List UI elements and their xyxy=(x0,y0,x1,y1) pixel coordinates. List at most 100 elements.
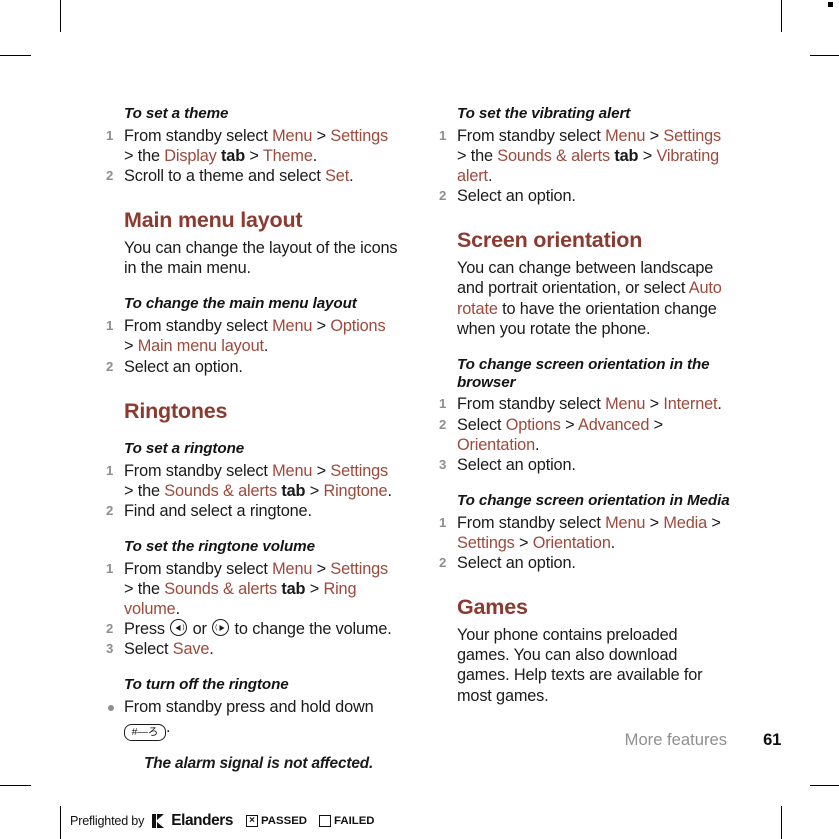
press-suffix: to change the volume. xyxy=(230,620,392,639)
footer-section-name: More features xyxy=(624,730,727,749)
list-item: 1 From standby select Menu > Settings > t… xyxy=(106,126,398,166)
inline-menu-path: Orientation xyxy=(457,435,535,454)
inline-text: Scroll to a theme and select xyxy=(124,167,326,186)
section-title-ringtones: Ringtones xyxy=(124,398,228,423)
inline-menu-path: Ringtone xyxy=(323,481,388,500)
inline-menu-path: Orientation xyxy=(532,533,611,552)
inline-text: > xyxy=(312,317,331,336)
crop-mark-top-left-horizontal xyxy=(0,55,31,57)
inline-text: . xyxy=(209,640,214,659)
inline-menu-path: Sounds & alerts xyxy=(164,481,277,500)
inline-menu-path: Theme xyxy=(262,146,313,165)
step-number: 2 xyxy=(106,168,114,184)
inline-menu-path: Settings xyxy=(330,126,389,145)
preflight-passed: PASSED xyxy=(246,815,307,827)
section-body-main-menu-layout: You can change the layout of the icons i… xyxy=(124,239,398,278)
inline-bold: tab xyxy=(610,146,639,165)
inline-text: > the xyxy=(124,579,165,598)
list-item: 2 Scroll to a theme and select Set. xyxy=(106,166,398,186)
steps-change-main-menu-layout: 1 From standby select Menu > Options > Ma… xyxy=(106,316,398,376)
inline-text: Select an option. xyxy=(457,553,576,572)
procedure-heading-turn-off-ringtone: To turn off the ringtone xyxy=(124,676,289,694)
inline-text: Select an option. xyxy=(457,187,576,206)
inline-text: From standby select xyxy=(124,317,273,336)
inline-text: . xyxy=(717,395,722,414)
inline-text: Select an option. xyxy=(124,357,243,376)
crop-mark-top-right-vertical xyxy=(781,0,783,32)
steps-set-ringtone: 1 From standby select Menu > Settings > t… xyxy=(106,461,398,521)
inline-menu-path: Set xyxy=(325,167,350,186)
inline-menu-path: Sounds & alerts xyxy=(164,579,277,598)
bullet-text: From standby press and hold down xyxy=(124,698,374,717)
inline-text: From standby select xyxy=(457,513,606,532)
steps-ringtone-volume: 1 From standby select Menu > Settings > … xyxy=(106,559,398,660)
list-item: 2 Select an option. xyxy=(106,357,398,377)
inline-menu-path: Settings xyxy=(457,533,515,552)
step-number: 2 xyxy=(439,554,447,570)
step-number: 2 xyxy=(439,416,447,432)
step-number: 2 xyxy=(106,358,114,374)
inline-menu-path: Menu xyxy=(605,513,646,532)
registration-dot xyxy=(828,2,833,7)
inline-text: > xyxy=(124,337,138,356)
step-number: 3 xyxy=(439,456,447,472)
steps-vibrating-alert: 1 From standby select Menu > Settings > t… xyxy=(439,126,731,207)
inline-menu-path: Menu xyxy=(272,126,313,145)
step-number: 1 xyxy=(439,127,447,143)
inline-text: You can change between landscape and por… xyxy=(457,259,714,298)
procedure-heading-orientation-media: To change screen orientation in Media xyxy=(457,491,730,509)
note-box: The alarm signal is not affected. xyxy=(124,755,398,773)
inline-text: . xyxy=(175,599,181,618)
step-number: 2 xyxy=(106,502,114,518)
list-item: 3 Select Save. xyxy=(106,639,398,659)
step-text: Select an option. xyxy=(124,358,243,376)
list-item: 1 From standby select Menu > Media > Sett… xyxy=(439,513,731,553)
step-text: Select an option. xyxy=(457,456,576,474)
left-column: To set a theme 1 From standby select Menu… xyxy=(106,88,398,774)
crop-mark-bottom-right-vertical xyxy=(781,806,783,839)
inline-text: Select an option. xyxy=(457,455,576,474)
step-text: From standby select Menu > Options > Mai… xyxy=(124,317,386,356)
inline-menu-path: Menu xyxy=(605,395,646,414)
step-number: 1 xyxy=(439,514,447,530)
inline-text: From standby select xyxy=(124,126,273,145)
inline-text: . xyxy=(349,167,354,186)
crop-mark-top-left-vertical xyxy=(60,0,62,32)
inline-text: . xyxy=(263,337,269,356)
step-text: Press ⟩ or ⟨ to change the volume. xyxy=(124,619,392,639)
inline-text: > xyxy=(649,415,664,434)
inline-menu-path: Menu xyxy=(272,559,313,578)
inline-menu-path: Settings xyxy=(663,126,722,145)
failed-label: FAILED xyxy=(334,815,375,827)
inline-bold: tab xyxy=(277,481,306,500)
step-number: 1 xyxy=(439,396,447,412)
step-text: From standby select Menu > Media > Setti… xyxy=(457,514,721,552)
inline-menu-path: Menu xyxy=(272,461,313,480)
inline-text: > the xyxy=(124,481,165,500)
step-number: 1 xyxy=(106,127,114,143)
inline-text: Select xyxy=(124,640,173,659)
steps-orientation-media: 1 From standby select Menu > Media > Sett… xyxy=(439,513,731,573)
inline-text: > xyxy=(645,126,664,145)
preflight-failed: FAILED xyxy=(319,815,375,827)
step-text: Select Save. xyxy=(124,640,214,658)
right-column: To set the vibrating alert 1 From standby… xyxy=(439,88,731,706)
failed-checkbox-icon xyxy=(319,815,332,827)
inline-text: > xyxy=(312,126,331,145)
inline-text: Find and select a ringtone. xyxy=(124,501,312,520)
list-item: 1 From standby select Menu > Settings > … xyxy=(106,559,398,619)
procedure-heading-set-ringtone: To set a ringtone xyxy=(124,439,245,457)
step-number: 1 xyxy=(106,560,114,576)
step-text: Select an option. xyxy=(457,187,576,205)
section-body-games: Your phone contains preloaded games. You… xyxy=(457,626,703,705)
inline-text: . xyxy=(535,435,540,454)
inline-menu-path: Media xyxy=(663,513,707,532)
passed-label: PASSED xyxy=(261,815,308,827)
inline-menu-path: Settings xyxy=(330,461,389,480)
step-text: Select an option. xyxy=(457,554,576,572)
step-text: From standby select Menu > Settings > th… xyxy=(124,462,392,500)
step-number: 2 xyxy=(439,188,447,204)
section-body-screen-orientation: You can change between landscape and por… xyxy=(457,258,731,339)
procedure-heading-vibrating-alert: To set the vibrating alert xyxy=(457,105,631,122)
section-title-main-menu-layout: Main menu layout xyxy=(124,208,303,233)
